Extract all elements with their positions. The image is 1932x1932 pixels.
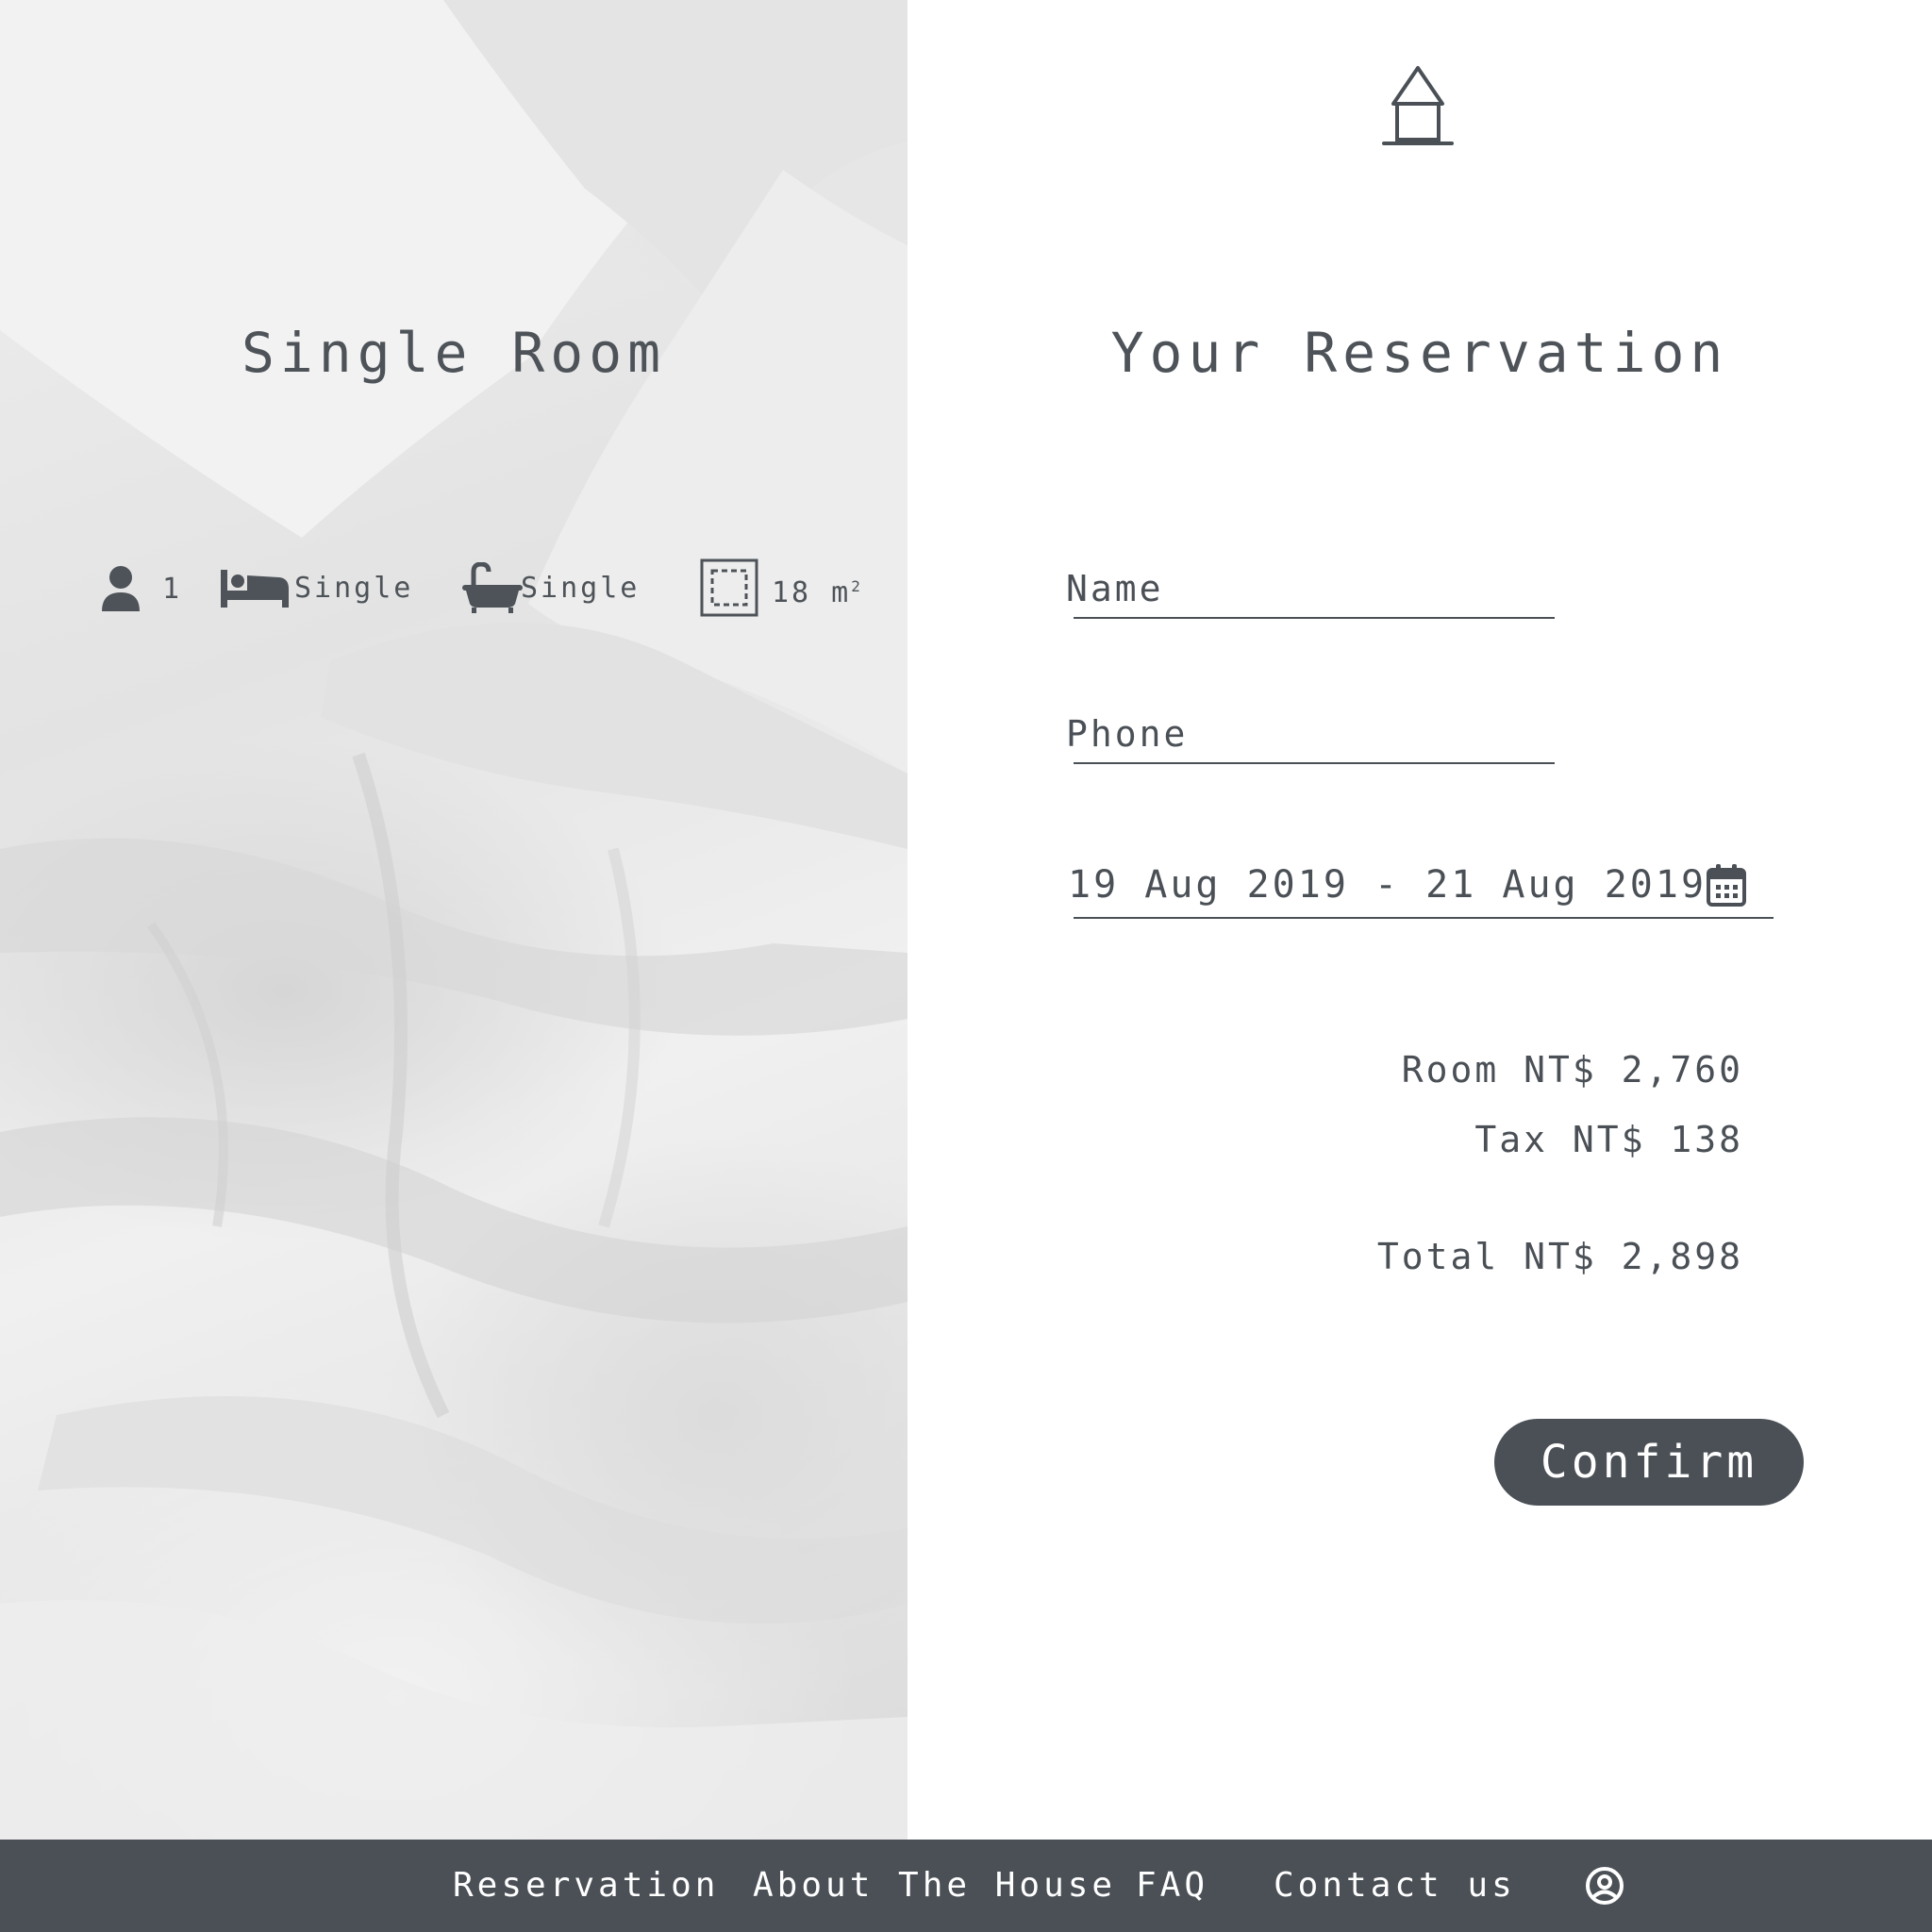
name-underline — [1074, 617, 1555, 619]
bath-type: Single — [521, 571, 641, 605]
bed-icon — [219, 566, 291, 609]
phone-underline — [1074, 762, 1555, 764]
nav-faq[interactable]: FAQ — [1136, 1866, 1208, 1905]
phone-input[interactable] — [1066, 706, 1547, 762]
nav-contact-us[interactable]: Contact us — [1274, 1866, 1516, 1905]
area-icon — [700, 558, 758, 617]
room-title: Single Room — [241, 321, 667, 385]
footer-nav: Reservation About The House FAQ Contact … — [0, 1840, 1932, 1932]
reservation-title: Your Reservation — [1110, 321, 1729, 385]
name-input[interactable] — [1066, 560, 1547, 617]
date-range-field[interactable]: 19 Aug 2019 - 21 Aug 2019 — [1068, 863, 1707, 907]
bed-photo — [0, 0, 908, 1840]
confirm-button[interactable]: Confirm — [1494, 1419, 1804, 1506]
room-photo-panel: Single Room 1 Single Single 18 m2 — [0, 0, 908, 1840]
nav-reservation[interactable]: Reservation — [453, 1866, 719, 1905]
nav-about-the-house[interactable]: About The House — [753, 1866, 1116, 1905]
area-value: 18 m2 — [772, 576, 863, 609]
feature-bath: Single — [460, 562, 640, 613]
area-number: 18 m — [772, 575, 852, 609]
total-price: Total NT$ 2,898 — [1376, 1236, 1743, 1277]
feature-bed: Single — [219, 566, 413, 609]
room-price: Room NT$ 2,760 — [1401, 1049, 1743, 1091]
name-field-wrap — [1066, 560, 1547, 617]
user-circle-icon[interactable] — [1585, 1866, 1624, 1909]
calendar-icon[interactable] — [1706, 862, 1747, 911]
bathtub-icon — [460, 562, 525, 613]
guests-count: 1 — [162, 572, 183, 606]
tax-price: Tax NT$ 138 — [1474, 1119, 1743, 1160]
area-unit-sup: 2 — [851, 576, 863, 595]
feature-area: 18 m2 — [700, 558, 863, 617]
feature-guests: 1 — [100, 564, 182, 613]
phone-field-wrap — [1066, 706, 1547, 762]
person-icon — [100, 564, 142, 613]
house-logo-icon[interactable] — [1382, 64, 1454, 151]
bed-type: Single — [294, 571, 414, 605]
date-underline — [1074, 917, 1774, 919]
